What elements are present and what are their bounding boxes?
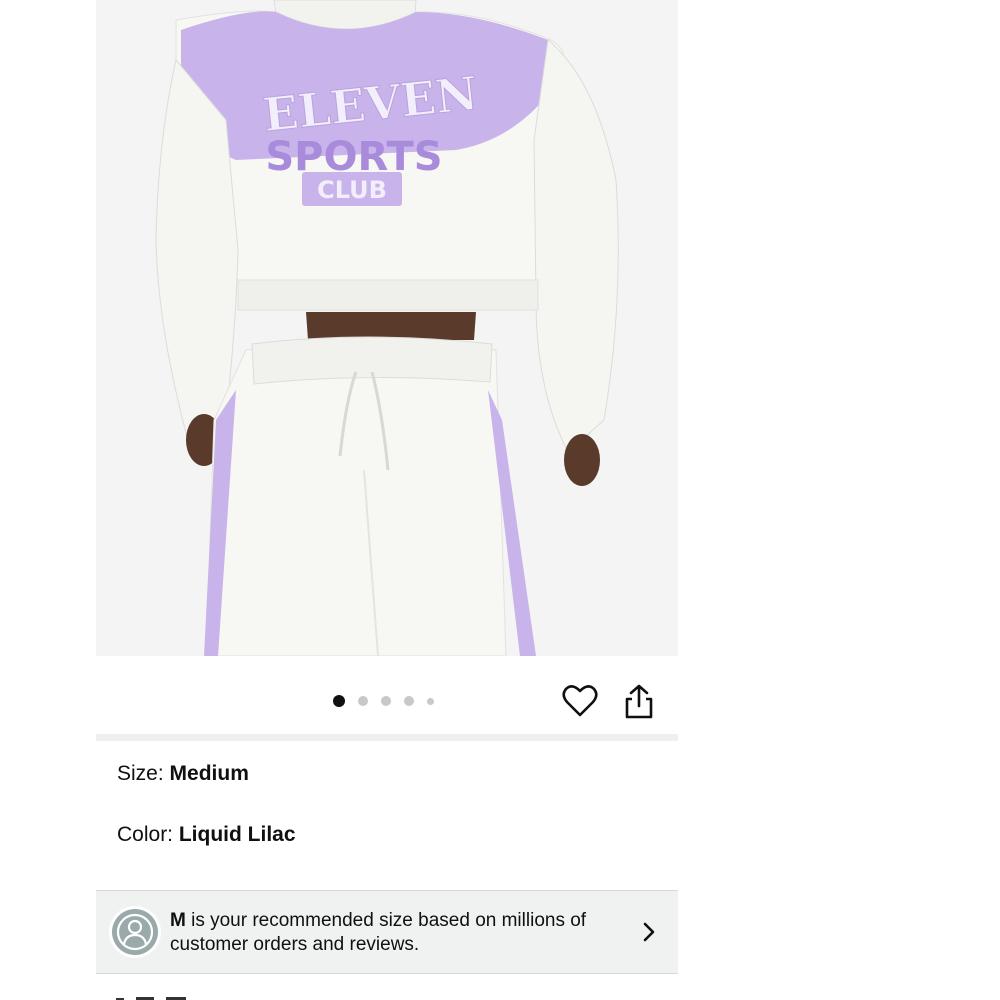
carousel-dot-1[interactable] bbox=[333, 695, 345, 707]
recommended-size: M bbox=[170, 910, 186, 931]
partial-next-section bbox=[116, 997, 186, 1000]
share-button[interactable] bbox=[622, 684, 656, 720]
size-label: Size: bbox=[117, 762, 170, 785]
user-avatar-icon bbox=[112, 909, 158, 955]
share-icon bbox=[625, 684, 653, 719]
chevron-right-icon bbox=[643, 922, 655, 942]
color-value: Liquid Lilac bbox=[178, 823, 296, 846]
recommendation-message: is your recommended size based on millio… bbox=[170, 910, 587, 955]
size-value: Medium bbox=[169, 762, 249, 785]
recommendation-text: M is your recommended size based on mill… bbox=[170, 909, 630, 957]
size-recommendation-banner[interactable]: M is your recommended size based on mill… bbox=[96, 890, 678, 974]
print-line-club: CLUB bbox=[317, 176, 387, 204]
carousel-dot-5[interactable] bbox=[427, 697, 434, 705]
color-selection[interactable]: Color: Liquid Lilac bbox=[117, 822, 296, 848]
color-label: Color: bbox=[117, 823, 179, 846]
product-detail-panel: ELEVEN SPORTS CLUB Size: Medium Color: L… bbox=[96, 0, 678, 1000]
carousel-dot-4[interactable] bbox=[404, 696, 414, 706]
heart-outline-icon bbox=[562, 685, 598, 717]
size-selection[interactable]: Size: Medium bbox=[117, 761, 249, 787]
carousel-dot-3[interactable] bbox=[381, 696, 391, 706]
image-carousel-indicators[interactable] bbox=[333, 694, 447, 708]
product-image[interactable]: ELEVEN SPORTS CLUB bbox=[96, 0, 678, 656]
product-photo-illustration: ELEVEN SPORTS CLUB bbox=[96, 0, 678, 656]
wishlist-button[interactable] bbox=[562, 684, 598, 718]
carousel-dot-2[interactable] bbox=[358, 696, 368, 706]
section-divider bbox=[96, 734, 678, 741]
